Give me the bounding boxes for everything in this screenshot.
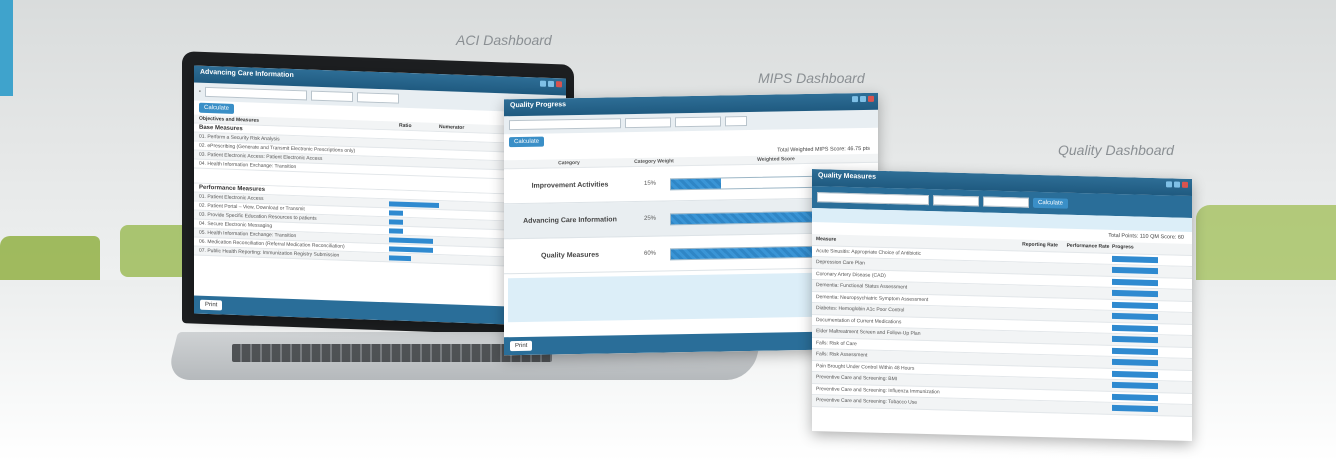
progress-bar	[1112, 267, 1158, 275]
progress-bar	[1112, 255, 1158, 263]
mips-print-button[interactable]: Print	[510, 340, 533, 352]
start-date-field[interactable]	[625, 117, 671, 129]
progress-bar	[1112, 324, 1158, 332]
progress-bar	[1112, 405, 1158, 413]
quality-window: Quality Measures Calculate Total Points:…	[812, 169, 1192, 441]
provider-label: ▪	[199, 88, 201, 95]
aci-print-button[interactable]: Print	[200, 299, 223, 311]
start-date-field[interactable]	[933, 195, 979, 207]
progress-bar	[1112, 359, 1158, 367]
brand-accent-strip	[0, 0, 13, 96]
close-icon[interactable]	[556, 81, 562, 88]
col-ratio: Ratio	[399, 122, 412, 130]
quality-caption: Quality Dashboard	[1058, 142, 1174, 158]
background-chair-left-2	[120, 225, 190, 277]
mips-calculate-button[interactable]: Calculate	[509, 136, 545, 148]
start-date-field[interactable]	[310, 90, 353, 103]
end-date-field[interactable]	[983, 196, 1029, 208]
minimize-icon[interactable]	[852, 96, 858, 103]
mips-caption: MIPS Dashboard	[758, 70, 865, 86]
quality-calculate-button[interactable]: Calculate	[1033, 197, 1069, 209]
progress-bar	[671, 178, 721, 190]
quality-title: Quality Measures	[818, 172, 876, 181]
end-date-field[interactable]	[675, 116, 721, 128]
progress-bar	[1112, 336, 1158, 344]
progress-bar	[1112, 393, 1158, 401]
close-icon[interactable]	[868, 95, 874, 102]
maximize-icon[interactable]	[548, 80, 554, 88]
maximize-icon[interactable]	[1174, 181, 1180, 188]
aci-calculate-button[interactable]: Calculate	[199, 102, 235, 114]
provider-select[interactable]	[204, 86, 307, 101]
progress-bar	[1112, 382, 1158, 390]
progress-bar	[1112, 370, 1158, 378]
progress-bar	[1112, 347, 1158, 355]
progress-bar	[1112, 301, 1158, 309]
end-date-field[interactable]	[356, 92, 399, 104]
aci-title: Advancing Care Information	[200, 68, 294, 79]
provider-select[interactable]	[817, 192, 929, 206]
minimize-icon[interactable]	[540, 80, 546, 87]
col-numerator: Numerator	[439, 124, 465, 131]
aci-caption: ACI Dashboard	[456, 32, 552, 48]
progress-bar	[1112, 278, 1158, 286]
progress-bar	[1112, 313, 1158, 321]
maximize-icon[interactable]	[860, 95, 866, 103]
close-icon[interactable]	[1182, 181, 1188, 188]
year-field[interactable]	[725, 116, 747, 127]
progress-bar	[1112, 290, 1158, 298]
minimize-icon[interactable]	[1166, 181, 1172, 188]
provider-select[interactable]	[509, 118, 621, 131]
mips-title: Quality Progress	[510, 101, 567, 110]
